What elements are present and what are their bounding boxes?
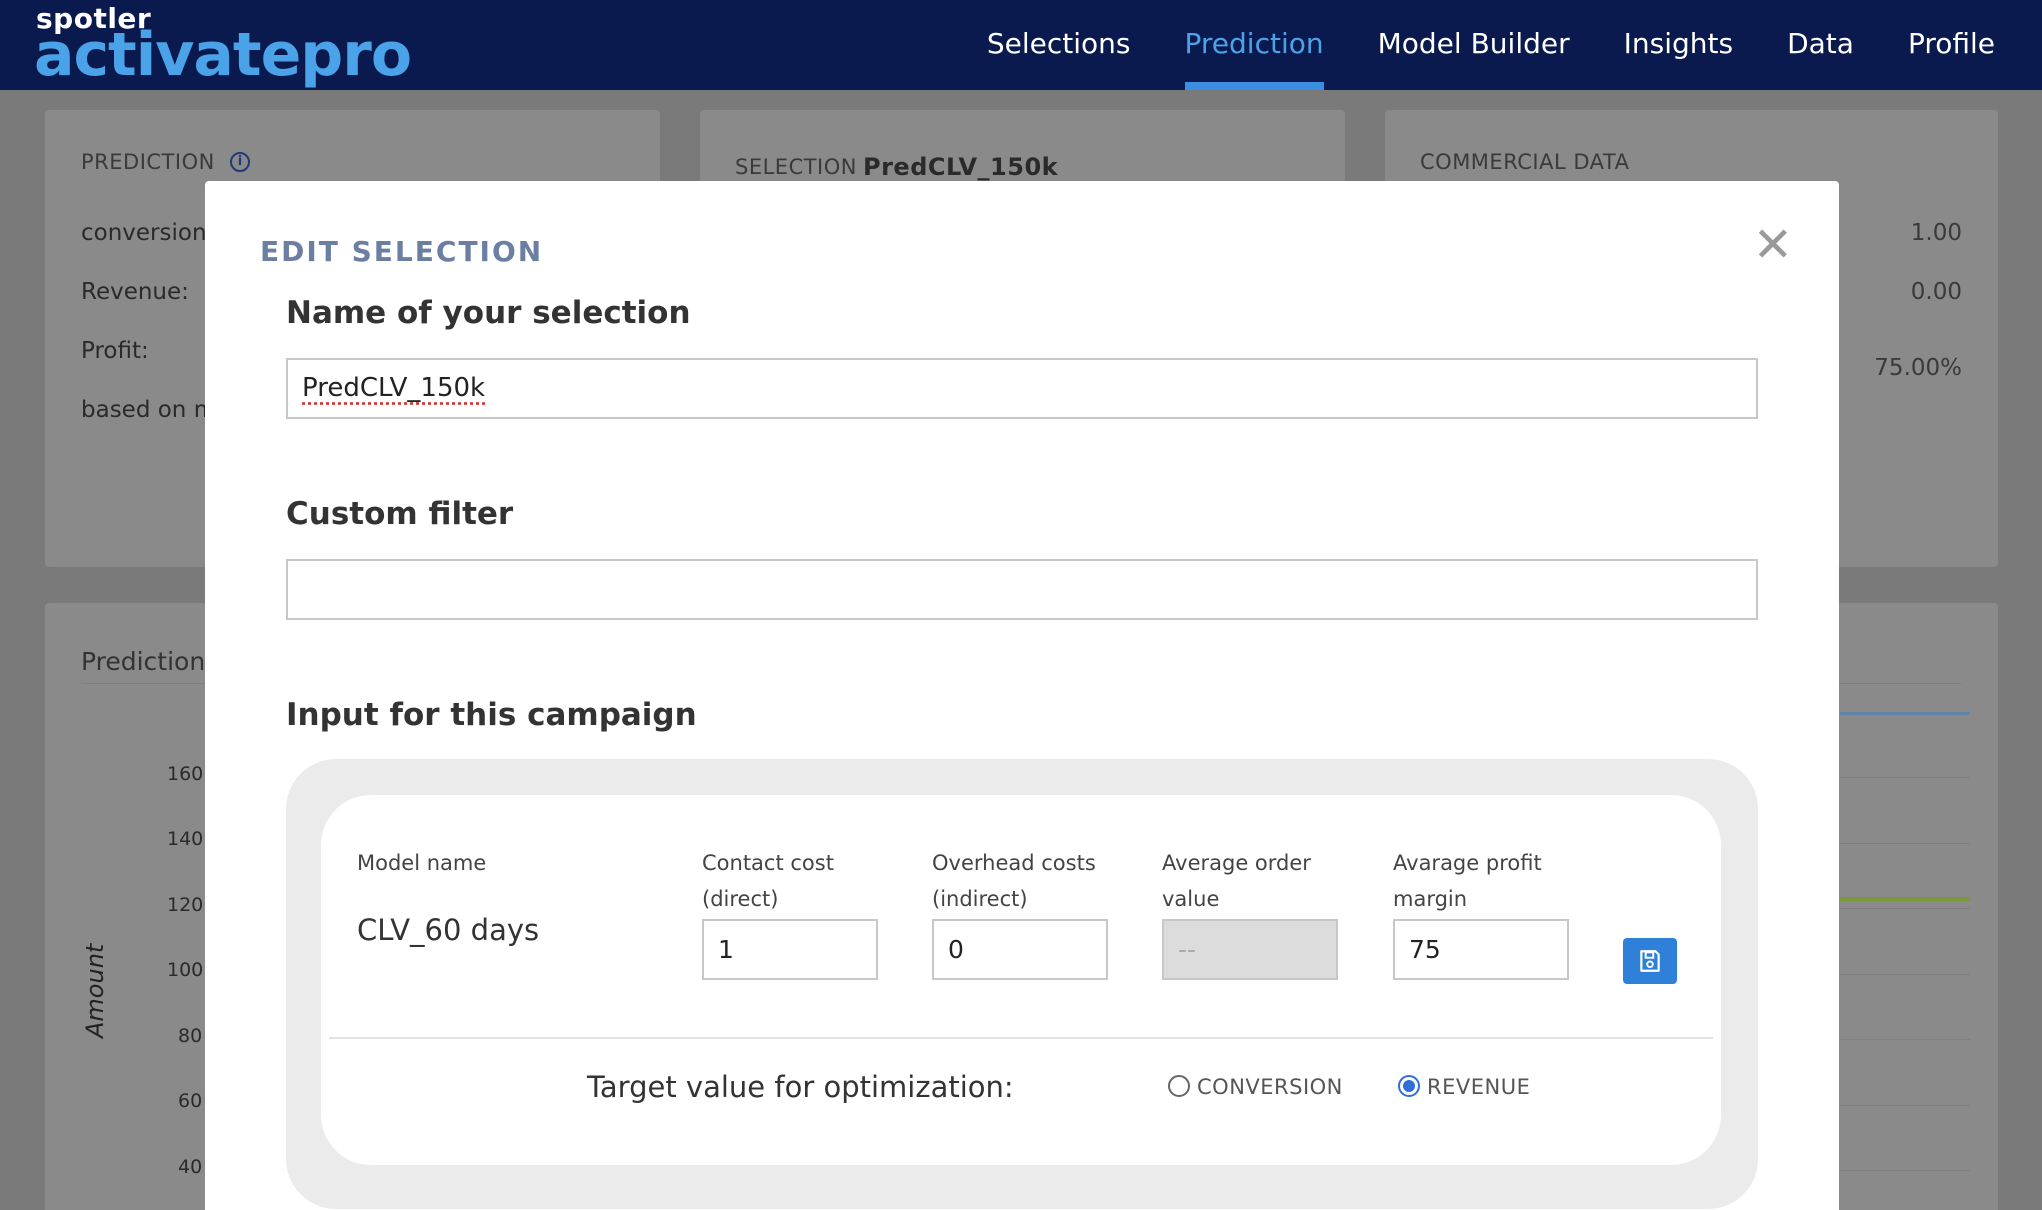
campaign-heading: Input for this campaign xyxy=(286,697,697,733)
y-tick: 120 xyxy=(167,894,204,916)
selection-card-label: SELECTION xyxy=(735,155,857,179)
top-nav-bar: spotler activatepro Selections Predictio… xyxy=(0,0,2042,90)
gridline xyxy=(1840,1170,1970,1171)
average-order-label-line1: Average order xyxy=(1162,851,1311,875)
custom-filter-input[interactable] xyxy=(286,559,1758,620)
profit-margin-label-line1: Avarage profit xyxy=(1393,851,1542,875)
model-name-label: Model name xyxy=(357,851,487,875)
profit-margin-label-line2: margin xyxy=(1393,887,1468,911)
custom-filter-heading: Custom filter xyxy=(286,496,514,532)
overhead-costs-label-line2: (indirect) xyxy=(932,887,1028,911)
nav-insights[interactable]: Insights xyxy=(1597,0,1760,90)
close-icon[interactable]: ✕ xyxy=(1753,217,1793,273)
gridline xyxy=(1840,1039,1970,1040)
info-icon[interactable]: i xyxy=(230,152,250,172)
prediction-row-profit: Profit: xyxy=(81,338,149,364)
name-heading: Name of your selection xyxy=(286,295,691,331)
radio-conversion-label[interactable]: CONVERSION xyxy=(1197,1075,1343,1099)
commercial-value-2: 0.00 xyxy=(1910,279,1962,305)
selection-name-value: PredCLV_150k xyxy=(302,373,486,403)
contact-cost-label-line1: Contact cost xyxy=(702,851,834,875)
contact-cost-input[interactable]: 1 xyxy=(702,919,878,980)
y-tick: 80 xyxy=(178,1025,203,1047)
gridline xyxy=(1840,1105,1970,1106)
commercial-data-title: COMMERCIAL DATA xyxy=(1420,150,1630,174)
chart-title: Prediction xyxy=(81,647,206,676)
chart-series-line-blue xyxy=(1840,712,1970,715)
save-button[interactable] xyxy=(1623,938,1677,984)
profit-margin-input[interactable]: 75 xyxy=(1393,919,1569,980)
main-nav: Selections Prediction Model Builder Insi… xyxy=(960,0,2022,90)
average-order-label: Average order value xyxy=(1162,845,1311,917)
campaign-panel: Model name CLV_60 days Contact cost (dir… xyxy=(286,759,1758,1209)
nav-selections[interactable]: Selections xyxy=(960,0,1158,90)
radio-revenue[interactable] xyxy=(1398,1075,1420,1097)
prediction-row-revenue: Revenue: xyxy=(81,279,189,305)
campaign-form: Model name CLV_60 days Contact cost (dir… xyxy=(321,795,1721,1165)
prediction-row-based-on: based on m xyxy=(81,397,217,423)
selection-card-value: PredCLV_150k xyxy=(863,153,1059,181)
commercial-value-3: 75.00% xyxy=(1874,355,1962,381)
gridline xyxy=(1840,777,1970,778)
save-icon xyxy=(1640,950,1660,972)
y-tick: 100 xyxy=(167,959,204,981)
radio-conversion[interactable] xyxy=(1168,1075,1190,1097)
model-name-value: CLV_60 days xyxy=(357,913,540,947)
nav-profile[interactable]: Profile xyxy=(1881,0,2022,90)
y-tick: 140 xyxy=(167,828,204,850)
nav-model-builder[interactable]: Model Builder xyxy=(1351,0,1597,90)
contact-cost-label-line2: (direct) xyxy=(702,887,779,911)
brand-logo[interactable]: activatepro xyxy=(34,20,412,90)
overhead-costs-input[interactable]: 0 xyxy=(932,919,1108,980)
y-tick: 160 xyxy=(167,763,204,785)
overhead-costs-label: Overhead costs (indirect) xyxy=(932,845,1096,917)
prediction-row-conversion: conversion xyxy=(81,220,207,246)
gridline xyxy=(1840,843,1970,844)
profit-margin-label: Avarage profit margin xyxy=(1393,845,1542,917)
y-tick: 60 xyxy=(178,1090,203,1112)
overhead-costs-label-line1: Overhead costs xyxy=(932,851,1096,875)
target-value-label: Target value for optimization: xyxy=(587,1070,1014,1104)
chart-series-line-green xyxy=(1840,897,1970,901)
selection-name-input[interactable]: PredCLV_150k xyxy=(286,358,1758,419)
y-tick: 40 xyxy=(178,1156,203,1178)
form-divider xyxy=(329,1037,1713,1039)
commercial-value-1: 1.00 xyxy=(1910,220,1962,246)
average-order-input: -- xyxy=(1162,919,1338,980)
gridline xyxy=(1840,974,1970,975)
nav-prediction[interactable]: Prediction xyxy=(1158,0,1351,90)
radio-revenue-label[interactable]: REVENUE xyxy=(1427,1075,1530,1099)
chart-y-axis-label: Amount xyxy=(81,943,109,1038)
average-order-label-line2: value xyxy=(1162,887,1220,911)
contact-cost-label: Contact cost (direct) xyxy=(702,845,834,917)
nav-data[interactable]: Data xyxy=(1760,0,1881,90)
modal-title: EDIT SELECTION xyxy=(260,235,544,268)
edit-selection-modal: EDIT SELECTION ✕ Name of your selection … xyxy=(205,181,1839,1210)
prediction-card-title: PREDICTION xyxy=(81,150,215,174)
gridline xyxy=(1840,908,1970,909)
